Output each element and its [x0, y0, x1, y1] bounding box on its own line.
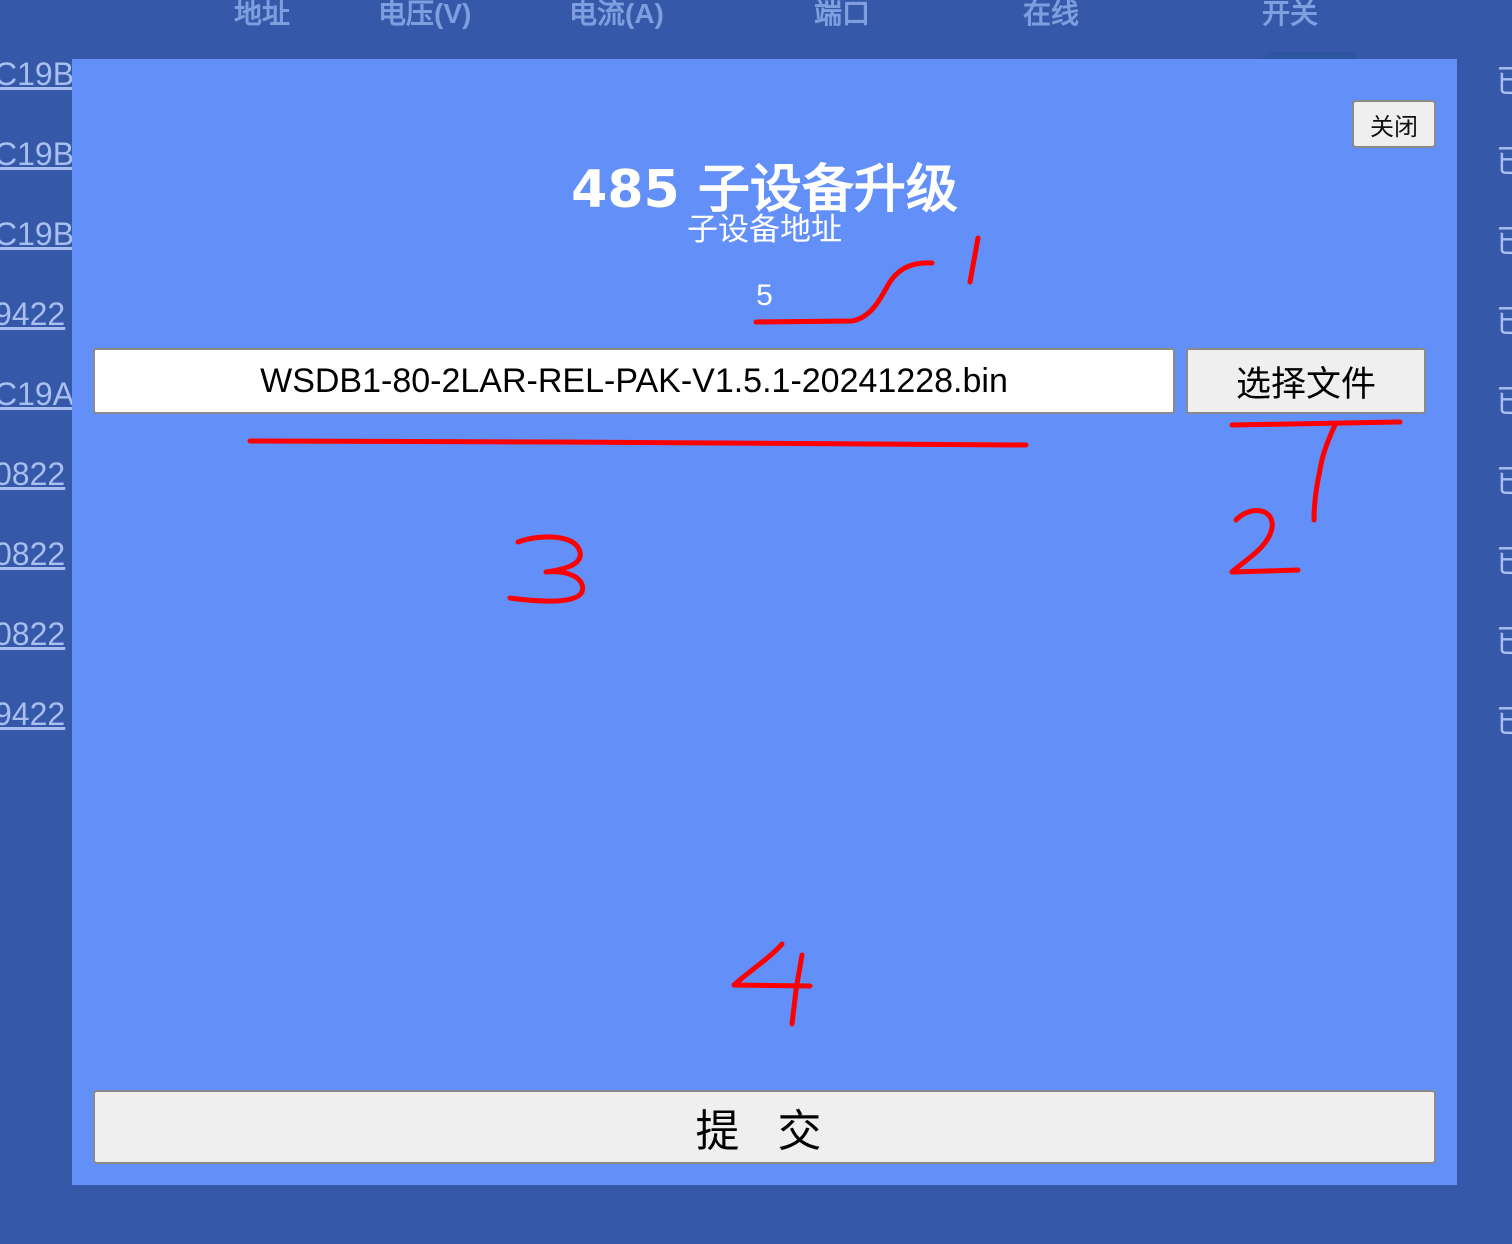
header-port: 端口 [814, 0, 871, 29]
header-address: 地址 [234, 0, 291, 29]
device-link[interactable]: 9422 [0, 696, 72, 733]
status-text: 已 [1496, 136, 1512, 182]
device-link[interactable]: 9422 [0, 296, 72, 333]
device-link[interactable]: C19B [0, 216, 72, 253]
address-label: 子设备地址 [687, 212, 842, 248]
choose-file-button[interactable]: 选择文件 [1186, 348, 1426, 414]
device-link[interactable]: C19B [0, 136, 72, 173]
close-button[interactable]: 关闭 [1352, 100, 1436, 148]
device-link[interactable]: 0822 [0, 456, 72, 493]
file-name-field[interactable]: WSDB1-80-2LAR-REL-PAK-V1.5.1-20241228.bi… [93, 348, 1175, 414]
status-text: 已 [1496, 456, 1512, 502]
device-link[interactable]: 0822 [0, 616, 72, 653]
status-text: 已 [1496, 216, 1512, 262]
address-value[interactable]: 5 [72, 279, 1457, 313]
header-current: 电流(A) [569, 0, 664, 29]
device-link[interactable]: 0822 [0, 536, 72, 573]
device-link[interactable]: C19B [0, 56, 72, 93]
status-text: 已 [1496, 376, 1512, 422]
device-link[interactable]: C19A [0, 376, 72, 413]
header-voltage: 电压(V) [378, 0, 472, 29]
header-online: 在线 [1023, 0, 1080, 29]
submit-button[interactable]: 提 交 [93, 1090, 1436, 1164]
status-text: 已 [1496, 696, 1512, 742]
header-switch: 开关 [1262, 0, 1319, 29]
upgrade-modal: 485 子设备升级 关闭 子设备地址 5 WSDB1-80-2LAR-REL-P… [72, 59, 1457, 1185]
status-text: 已 [1496, 536, 1512, 582]
status-text: 已 [1496, 616, 1512, 662]
status-text: 已 [1496, 296, 1512, 342]
status-text: 已 [1496, 56, 1512, 102]
table-header: 地址 电压(V) 电流(A) 端口 在线 开关 [0, 0, 1512, 40]
